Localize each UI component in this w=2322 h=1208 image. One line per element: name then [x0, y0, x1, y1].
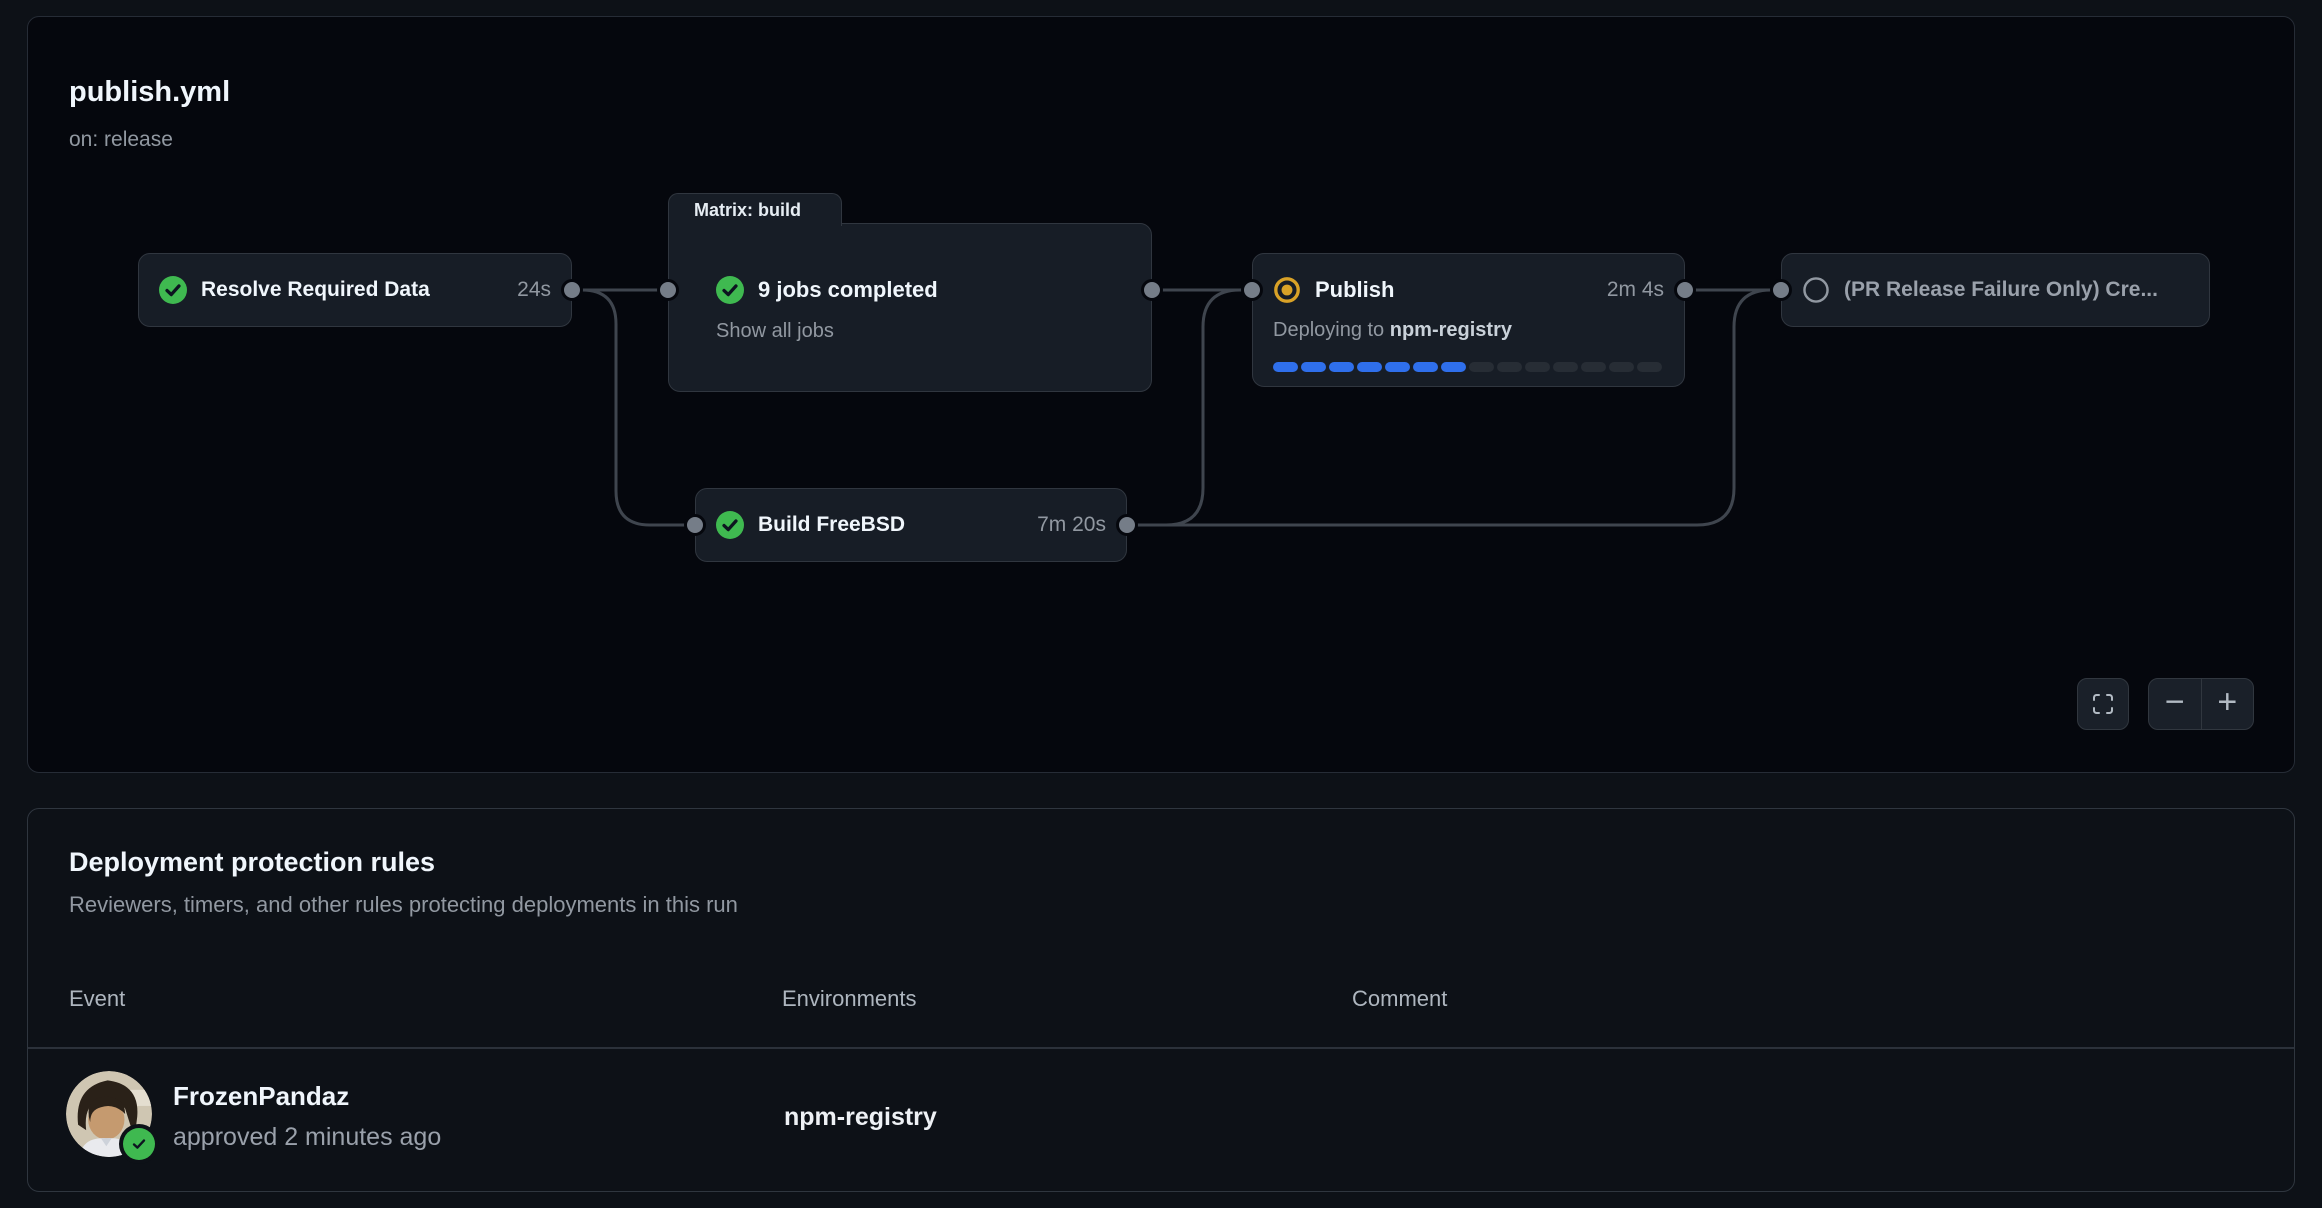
progress-segment	[1385, 362, 1410, 372]
workflow-name: publish.yml	[69, 75, 230, 109]
workflow-graph-panel: publish.yml on: release	[27, 16, 2295, 773]
publish-progress	[1273, 362, 1664, 372]
column-header-environments: Environments	[782, 985, 917, 1013]
success-check-icon	[716, 511, 744, 539]
deployment-protection-rules-panel: Deployment protection rules Reviewers, t…	[27, 808, 2295, 1192]
approved-check-badge-icon	[123, 1128, 155, 1160]
avatar	[66, 1071, 152, 1157]
progress-segment	[1469, 362, 1494, 372]
workflow-trigger: on: release	[69, 127, 173, 153]
rules-title: Deployment protection rules	[69, 845, 435, 879]
job-duration: 2m 4s	[1595, 278, 1664, 302]
success-check-icon	[716, 276, 744, 304]
deploy-environment: npm-registry	[1390, 319, 1512, 341]
progress-segment	[1609, 362, 1634, 372]
in-progress-icon	[1273, 276, 1301, 304]
job-node-build-freebsd[interactable]: Build FreeBSD 7m 20s	[695, 488, 1127, 562]
approval-event-text: approved 2 minutes ago	[173, 1122, 441, 1152]
job-node-resolve-required-data[interactable]: Resolve Required Data 24s	[138, 253, 572, 327]
job-duration: 24s	[505, 278, 551, 302]
approver-username: FrozenPandaz	[173, 1081, 349, 1111]
column-header-event: Event	[69, 985, 125, 1013]
column-header-comment: Comment	[1352, 985, 1447, 1013]
success-check-icon	[159, 276, 187, 304]
show-all-jobs-button[interactable]: Show all jobs	[716, 320, 834, 343]
job-duration: 7m 20s	[1025, 513, 1106, 537]
job-title: Build FreeBSD	[758, 513, 905, 537]
progress-segment	[1329, 362, 1354, 372]
matrix-group-tab[interactable]: Matrix: build	[668, 193, 842, 226]
progress-segment	[1581, 362, 1606, 372]
job-node-publish[interactable]: Publish 2m 4s Deploying to npm-registry	[1252, 253, 1685, 387]
deploy-prefix: Deploying to	[1273, 319, 1384, 341]
job-title: Publish	[1315, 277, 1394, 303]
progress-segment	[1497, 362, 1522, 372]
row-environment: npm-registry	[784, 1102, 937, 1132]
fullscreen-button[interactable]	[2077, 678, 2129, 730]
progress-segment	[1441, 362, 1466, 372]
workflow-run-page: publish.yml on: release Resolve Required…	[0, 0, 2322, 1208]
job-node-pr-release-failure[interactable]: (PR Release Failure Only) Cre...	[1781, 253, 2210, 327]
zoom-control-group: − +	[2148, 678, 2254, 730]
pending-circle-icon	[1802, 276, 1830, 304]
matrix-group-label: Matrix: build	[694, 200, 801, 221]
progress-segment	[1301, 362, 1326, 372]
progress-segment	[1273, 362, 1298, 372]
progress-segment	[1637, 362, 1662, 372]
deploy-status-line: Deploying to npm-registry	[1273, 318, 1664, 342]
progress-segment	[1553, 362, 1578, 372]
zoom-in-button[interactable]: +	[2202, 679, 2254, 729]
rules-subtitle: Reviewers, timers, and other rules prote…	[69, 891, 738, 919]
fullscreen-icon	[2091, 692, 2115, 716]
zoom-out-button[interactable]: −	[2149, 679, 2202, 729]
job-title: Resolve Required Data	[201, 278, 430, 302]
job-node-matrix-build[interactable]: 9 jobs completed Show all jobs	[668, 223, 1152, 392]
job-title: (PR Release Failure Only) Cre...	[1844, 278, 2158, 302]
progress-segment	[1525, 362, 1550, 372]
progress-segment	[1413, 362, 1438, 372]
progress-segment	[1357, 362, 1382, 372]
table-header-divider	[28, 1047, 2294, 1049]
matrix-jobs-summary: 9 jobs completed	[758, 277, 938, 303]
